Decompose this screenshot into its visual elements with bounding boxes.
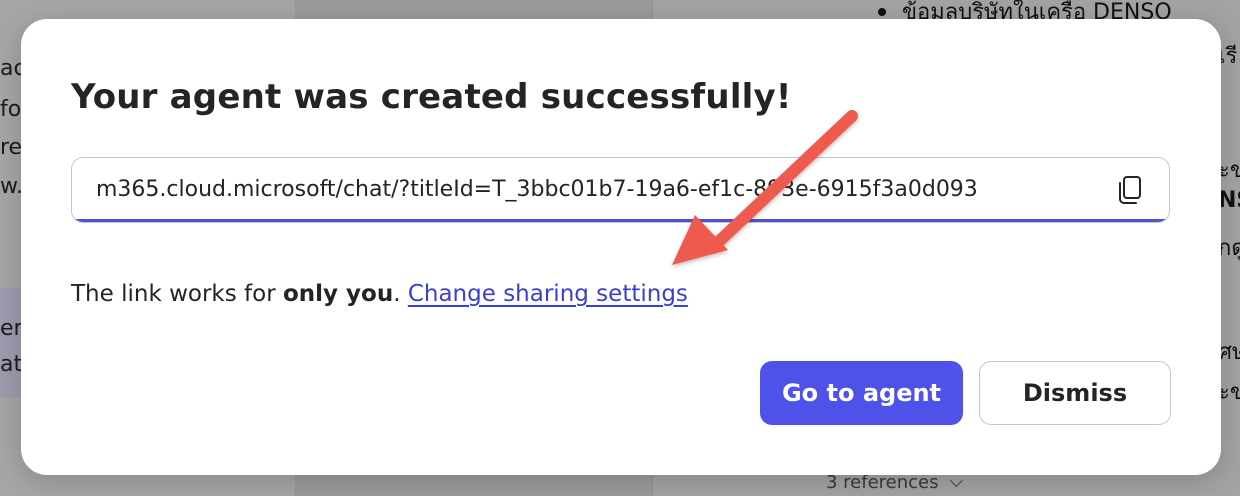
bullet-icon (878, 8, 886, 16)
background-text: re (0, 135, 23, 160)
sharing-prefix: The link works for (71, 281, 283, 307)
change-sharing-settings-link[interactable]: Change sharing settings (408, 281, 688, 307)
sharing-info: The link works for only you. Change shar… (71, 281, 688, 307)
sharing-suffix: . (393, 281, 408, 307)
background-text: ะข (1218, 380, 1240, 405)
agent-link-input[interactable] (96, 158, 1086, 220)
copy-icon[interactable] (1115, 174, 1145, 206)
agent-link-field[interactable] (71, 157, 1170, 223)
background-text: กดู (1218, 236, 1240, 261)
background-text: NS (1218, 188, 1240, 213)
dialog-title: Your agent was created successfully! (71, 77, 792, 117)
references-toggle[interactable]: 3 references (826, 472, 963, 493)
agent-created-dialog: Your agent was created successfully! The… (21, 19, 1221, 475)
focus-underline (72, 219, 1169, 222)
dismiss-button[interactable]: Dismiss (979, 361, 1171, 425)
background-text: ะข (1218, 158, 1240, 183)
background-text: w. (0, 174, 23, 199)
go-to-agent-button[interactable]: Go to agent (760, 361, 963, 425)
references-label: 3 references (826, 472, 939, 493)
background-text: fo (0, 97, 22, 122)
sharing-scope: only you (282, 281, 394, 307)
background-text: ศษ (1218, 340, 1240, 365)
